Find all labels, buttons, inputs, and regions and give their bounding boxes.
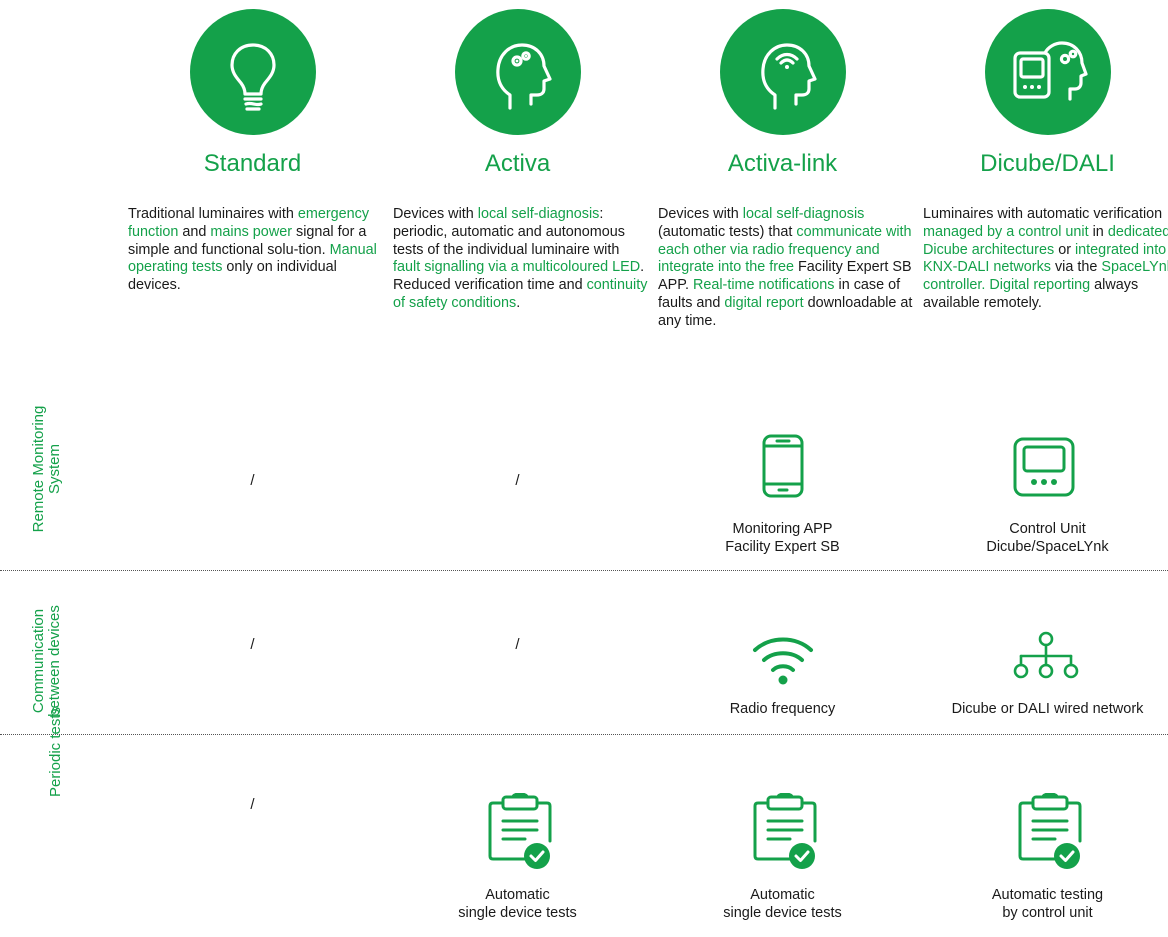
- communication-activa-link-caption: Radio frequency: [729, 701, 836, 717]
- remote-standard-value: /: [250, 472, 255, 489]
- body-text: (automatic tests) that: [658, 223, 793, 240]
- body-text: Luminaires with automatic verification: [923, 206, 1163, 222]
- body-text: and: [182, 223, 207, 240]
- caption-line: Automatic: [750, 887, 815, 903]
- periodic-standard-value: /: [250, 796, 255, 813]
- communication-standard-value: /: [250, 636, 255, 653]
- smartphone-icon: [760, 433, 806, 499]
- highlighted-text: managed by a control unit: [923, 223, 1089, 240]
- control-unit-icon: [1011, 436, 1077, 498]
- column-title: Standard: [203, 150, 302, 177]
- caption-line: Automatic testing: [991, 887, 1104, 903]
- row-label-remote-monitoring: Remote Monitoring System: [30, 405, 63, 533]
- highlighted-text: mains power: [210, 223, 293, 240]
- highlighted-text: digital report: [724, 294, 804, 311]
- body-text: via the: [1054, 259, 1098, 276]
- remote-dicube-caption: Control Unit Dicube/SpaceLYnk: [915, 520, 1168, 556]
- periodic-dicube-caption: Automatic testing by control unit: [915, 886, 1168, 922]
- column-description: Devices with local self-diagnosis: perio…: [393, 206, 649, 313]
- column-description: Luminaires with automatic verification m…: [923, 206, 1168, 313]
- caption-line: Facility Expert SB: [725, 539, 840, 555]
- communication-dicube-caption: Dicube or DALI wired network: [951, 701, 1144, 717]
- head-wifi-icon: [760, 43, 817, 110]
- body-text: Devices with: [658, 206, 739, 222]
- highlighted-text: fault signalling via a multicoloured LED: [393, 259, 641, 276]
- column-title: Activa: [484, 150, 551, 177]
- control-unit-head-icon: [1012, 41, 1088, 101]
- periodic-activa-caption: Automatic single device tests: [385, 886, 650, 922]
- body-text: .: [516, 294, 521, 311]
- highlighted-text: Real-time notifications: [692, 277, 835, 294]
- clipboard-check-icon: [752, 793, 818, 869]
- lightbulb-icon: [229, 43, 276, 111]
- row-divider: [0, 570, 1168, 571]
- row-divider: [0, 734, 1168, 735]
- caption-line: by control unit: [1002, 905, 1093, 921]
- activa-badge: [454, 9, 581, 135]
- clipboard-check-icon: [487, 793, 553, 869]
- clipboard-check-icon: [1017, 793, 1083, 869]
- dicube-badge: [984, 9, 1111, 135]
- caption-line: Automatic: [485, 887, 550, 903]
- caption-line: Dicube/SpaceLYnk: [986, 539, 1109, 555]
- body-text: Traditional luminaires with: [128, 206, 294, 222]
- wifi-icon: [750, 633, 816, 685]
- wired-network-icon: [1008, 630, 1084, 682]
- head-gears-icon: [495, 43, 552, 110]
- body-text: or: [1058, 241, 1071, 258]
- column-title: Activa-link: [727, 150, 838, 177]
- highlighted-text: local self-diagnosis: [477, 206, 600, 222]
- body-text: in: [1092, 223, 1104, 240]
- remote-activa-link-caption: Monitoring APP Facility Expert SB: [650, 520, 915, 556]
- column-title: Dicube/DALI: [980, 150, 1115, 177]
- highlighted-text: local self-diagnosis: [742, 206, 865, 222]
- caption-line: single device tests: [458, 905, 577, 921]
- standard-badge: [189, 9, 316, 135]
- communication-activa-value: /: [515, 636, 520, 653]
- body-text: Devices with: [393, 206, 474, 222]
- caption-line: single device tests: [723, 905, 842, 921]
- activa-link-badge: [719, 9, 846, 135]
- caption-line: Monitoring APP: [732, 521, 833, 537]
- column-description: Traditional luminaires with emergency fu…: [128, 206, 384, 295]
- row-label-periodic-tests: Periodic tests: [47, 706, 64, 798]
- periodic-activa-link-caption: Automatic single device tests: [650, 886, 915, 922]
- caption-line: Control Unit: [1009, 521, 1086, 537]
- column-description: Devices with local self-diagnosis (autom…: [658, 206, 914, 331]
- remote-activa-value: /: [515, 472, 520, 489]
